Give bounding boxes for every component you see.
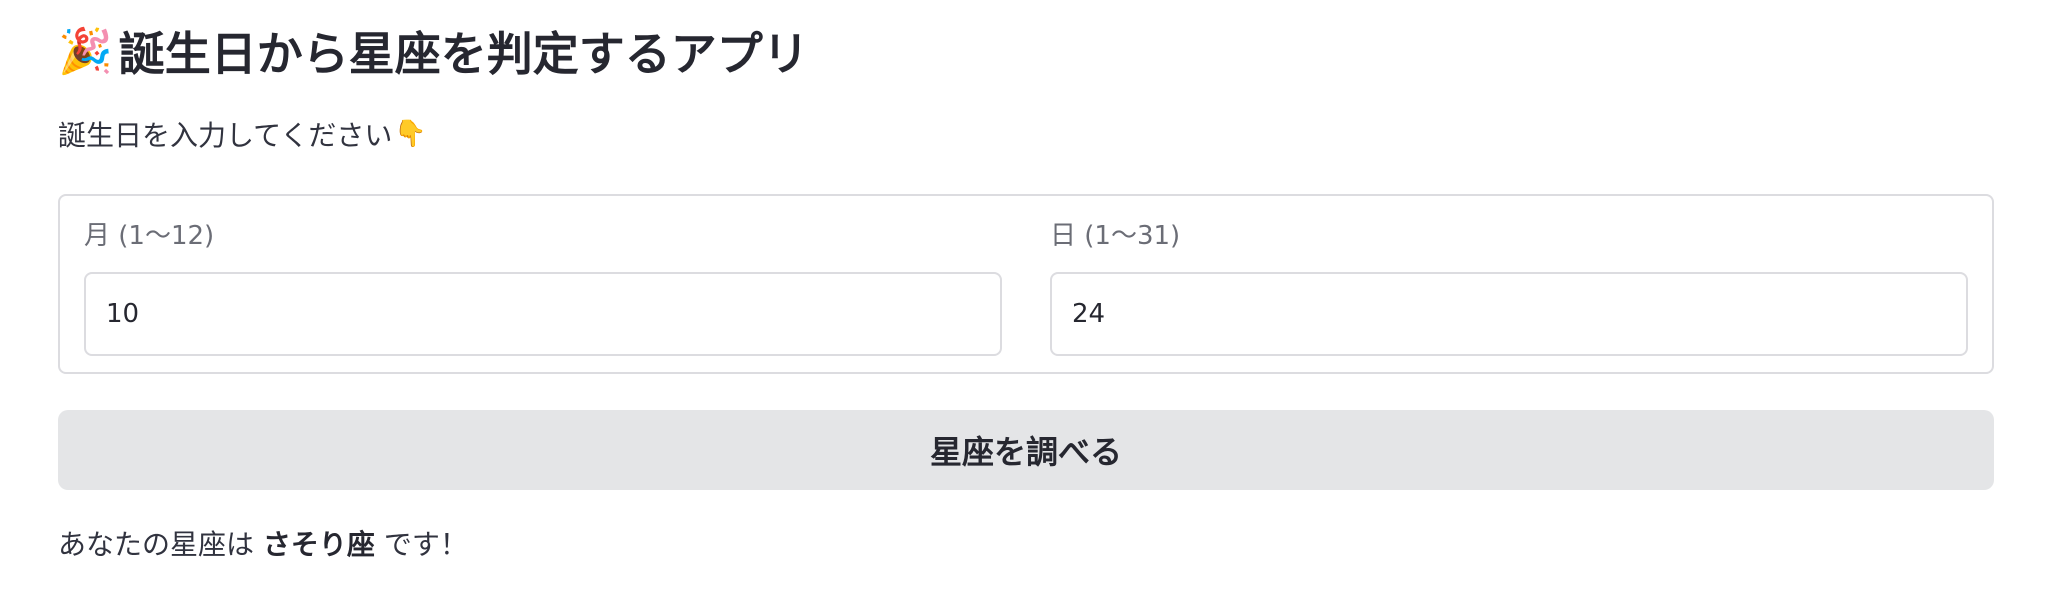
result-message: あなたの星座は さそり座 です！ (58, 520, 468, 566)
party-popper-icon: 🎉 (58, 26, 113, 77)
input-prompt-text: 誕生日を入力してください (58, 119, 393, 152)
day-input[interactable]: 24 (1050, 272, 1968, 356)
check-sign-button[interactable]: 星座を調べる (58, 410, 1994, 490)
page-title-text: 誕生日から星座を判定するアプリ (118, 27, 809, 81)
month-label: 月 (1〜12) (84, 220, 215, 251)
page-title: 🎉 誕生日から星座を判定するアプリ (58, 18, 809, 84)
pointing-down-icon: 👇 (394, 119, 427, 149)
input-prompt: 誕生日を入力してください 👇 (58, 112, 427, 156)
result-sign: さそり座 (262, 528, 375, 561)
result-prefix: あなたの星座は (58, 528, 263, 561)
birthday-form: 月 (1〜12) 10 日 (1〜31) 24 (58, 194, 1994, 374)
day-label: 日 (1〜31) (1050, 220, 1181, 251)
result-suffix: です！ (374, 528, 468, 561)
month-input[interactable]: 10 (84, 272, 1002, 356)
